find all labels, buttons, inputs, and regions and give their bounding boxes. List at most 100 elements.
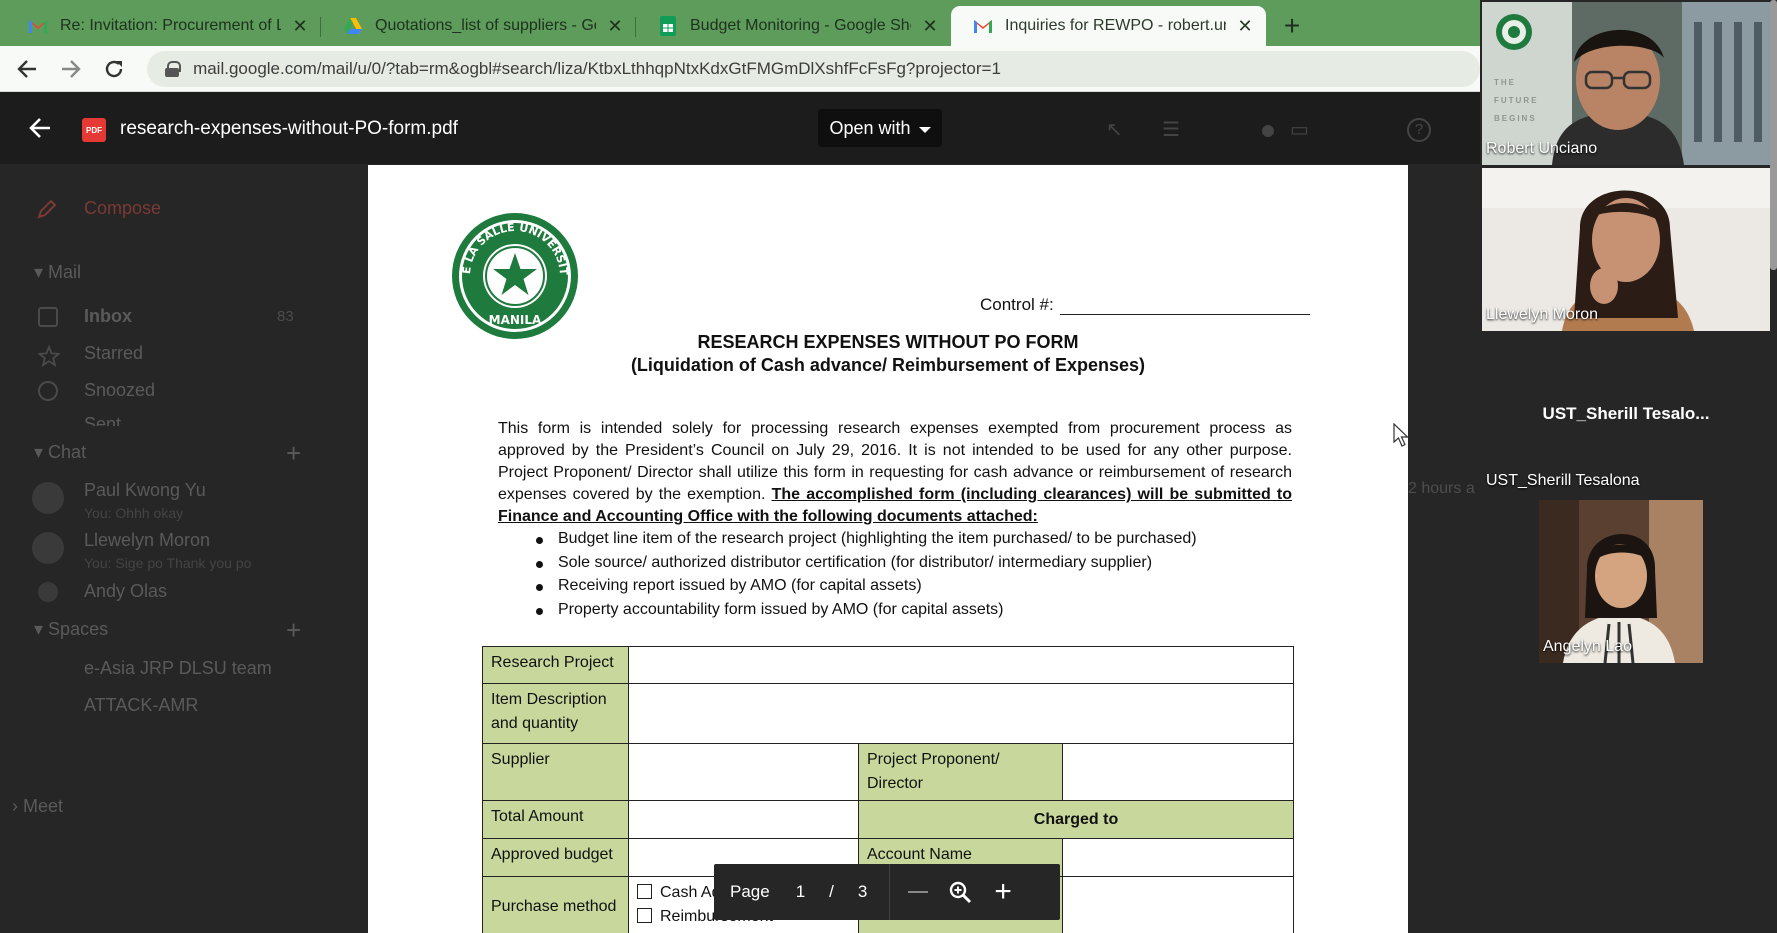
participant-tile[interactable]: Llewelyn Moron	[1482, 168, 1770, 331]
mail-section-heading[interactable]: ▾ Mail	[34, 262, 81, 283]
avatar	[38, 582, 58, 602]
url-text: mail.google.com/mail/u/0/?tab=rm&ogbl#se…	[193, 58, 1001, 78]
close-icon[interactable]: ✕	[291, 16, 309, 37]
chat-item[interactable]: Llewelyn Moron You: Sige po Thank you po	[84, 530, 251, 571]
nav-sent[interactable]: Sent	[84, 414, 121, 426]
control-number-line	[1059, 301, 1310, 315]
meet-section-heading[interactable]: › Meet	[12, 796, 63, 817]
browser-tab-2[interactable]: Quotations_list of suppliers - Go ✕	[321, 6, 636, 46]
research-project-field[interactable]	[628, 646, 1294, 684]
svg-text:MANILA: MANILA	[489, 313, 542, 327]
chat-name: Andy Olas	[84, 581, 168, 601]
spaces-section-heading[interactable]: ▾ Spaces	[34, 619, 108, 640]
zoom-icon[interactable]	[948, 880, 972, 904]
control-number-label: Control #:	[980, 295, 1054, 314]
chat-item[interactable]: Paul Kwong Yu You: Ohhh okay	[84, 480, 206, 521]
research-project-label: Research Project	[482, 646, 629, 684]
chat-section-heading[interactable]: ▾ Chat	[34, 442, 86, 463]
space-item[interactable]: e-Asia JRP DLSU team	[84, 658, 272, 679]
tab-title: Re: Invitation: Procurement of La	[60, 17, 281, 34]
browser-tab-strip: Re: Invitation: Procurement of La ✕ Quot…	[0, 0, 1480, 46]
participant-display-name: UST_Sherill Tesalo...	[1542, 404, 1710, 423]
tab-title: Quotations_list of suppliers - Go	[375, 17, 596, 34]
chat-name: Llewelyn Moron	[84, 530, 211, 550]
purchase-method-label: Purchase method	[482, 876, 629, 933]
sliders-icon[interactable]: ☰	[1162, 120, 1184, 140]
participant-tile[interactable]: UST_Sherill Tesalo... UST_Sherill Tesalo…	[1482, 334, 1770, 497]
total-amount-field[interactable]	[628, 800, 859, 839]
nav-snoozed[interactable]: Snoozed	[84, 380, 155, 401]
list-item: Property accountability form issued by A…	[530, 601, 1197, 625]
supplier-label: Supplier	[482, 743, 629, 801]
participant-tile[interactable]: THE FUTURE BEGINS Robert Unciano	[1482, 2, 1770, 165]
item-description-line1: Item Description	[491, 691, 607, 708]
browser-toolbar: mail.google.com/mail/u/0/?tab=rm&ogbl#se…	[0, 46, 1480, 92]
meet-heading-label: Meet	[23, 796, 64, 816]
close-icon[interactable]: ✕	[606, 16, 624, 37]
forward-button[interactable]	[54, 52, 88, 86]
tab-title: Inquiries for REWPO - robert.unc	[1005, 17, 1226, 34]
approved-budget-label: Approved budget	[482, 838, 629, 877]
gmail-icon	[28, 16, 48, 36]
participant-name: Angelyn Lao	[1543, 638, 1632, 655]
reload-button[interactable]	[97, 52, 131, 86]
cursor-icon[interactable]: ↖	[1106, 120, 1128, 140]
account-number-field[interactable]	[1062, 876, 1294, 933]
new-tab-button[interactable]: +	[1272, 6, 1312, 46]
item-description-field[interactable]	[628, 683, 1294, 744]
status-dot-icon[interactable]	[1262, 125, 1274, 137]
divider	[889, 864, 891, 920]
form-instructions: This form is intended solely for process…	[498, 418, 1292, 528]
avatar	[32, 482, 64, 514]
checkbox[interactable]	[637, 884, 652, 899]
new-chat-plus-icon[interactable]: +	[286, 438, 301, 469]
help-icon[interactable]: ?	[1407, 118, 1431, 142]
call-panel-scrollbar[interactable]	[1770, 0, 1777, 270]
participant-name: Robert Unciano	[1486, 140, 1598, 157]
new-space-plus-icon[interactable]: +	[286, 615, 301, 646]
chat-name: Paul Kwong Yu	[84, 480, 206, 500]
table-row: Supplier Project Proponent/ Director	[482, 743, 1294, 801]
close-icon[interactable]: ✕	[1236, 16, 1254, 37]
tab-title: Budget Monitoring - Google She	[690, 17, 911, 34]
address-bar[interactable]: mail.google.com/mail/u/0/?tab=rm&ogbl#se…	[147, 50, 1480, 87]
clock-icon	[38, 381, 58, 401]
browser-tab-3[interactable]: Budget Monitoring - Google She ✕	[636, 6, 951, 46]
account-name-field[interactable]	[1062, 838, 1294, 877]
table-row: Item Description and quantity	[482, 683, 1294, 744]
avatar	[32, 532, 64, 564]
chat-preview: You: Ohhh okay	[84, 505, 184, 521]
participant-tile[interactable]: Angelyn Lao	[1539, 500, 1703, 663]
chat-item[interactable]: Andy Olas	[84, 581, 167, 602]
zoom-in-button[interactable]: +	[994, 877, 1012, 907]
banner-line: BEGINS	[1494, 114, 1537, 123]
video-call-panel: THE FUTURE BEGINS Robert Unciano Llewely…	[1480, 0, 1777, 933]
nav-starred[interactable]: Starred	[84, 343, 143, 364]
close-viewer-button[interactable]	[28, 116, 52, 143]
open-with-button[interactable]: Open with	[818, 109, 942, 147]
total-amount-label: Total Amount	[482, 800, 629, 839]
supplier-field[interactable]	[628, 743, 859, 801]
item-description-label: Item Description and quantity	[482, 683, 629, 744]
proponent-field[interactable]	[1062, 743, 1294, 801]
browser-tab-4[interactable]: Inquiries for REWPO - robert.unc ✕	[951, 6, 1266, 46]
nav-inbox[interactable]: Inbox	[84, 306, 132, 327]
checkbox[interactable]	[637, 908, 652, 923]
banner-line: FUTURE	[1494, 96, 1539, 105]
close-icon[interactable]: ✕	[921, 16, 939, 37]
zoom-out-button[interactable]	[908, 891, 929, 893]
participant-name: Llewelyn Moron	[1486, 306, 1599, 323]
page-navigation-bar: Page 1 / 3 +	[714, 864, 1060, 920]
calendar-icon[interactable]: ▭	[1290, 120, 1312, 140]
compose-button[interactable]: Compose	[84, 198, 161, 219]
current-page-input[interactable]: 1	[796, 882, 805, 902]
back-button[interactable]	[10, 52, 44, 86]
item-description-line2: and quantity	[491, 715, 579, 732]
space-item[interactable]: ATTACK-AMR	[84, 695, 198, 716]
gmail-icon	[973, 16, 993, 36]
lock-icon	[165, 60, 182, 77]
list-item: Sole source/ authorized distributor cert…	[530, 554, 1197, 578]
back-arrow-icon	[29, 118, 50, 138]
browser-tab-1[interactable]: Re: Invitation: Procurement of La ✕	[6, 6, 321, 46]
proponent-label: Project Proponent/ Director	[858, 743, 1063, 801]
